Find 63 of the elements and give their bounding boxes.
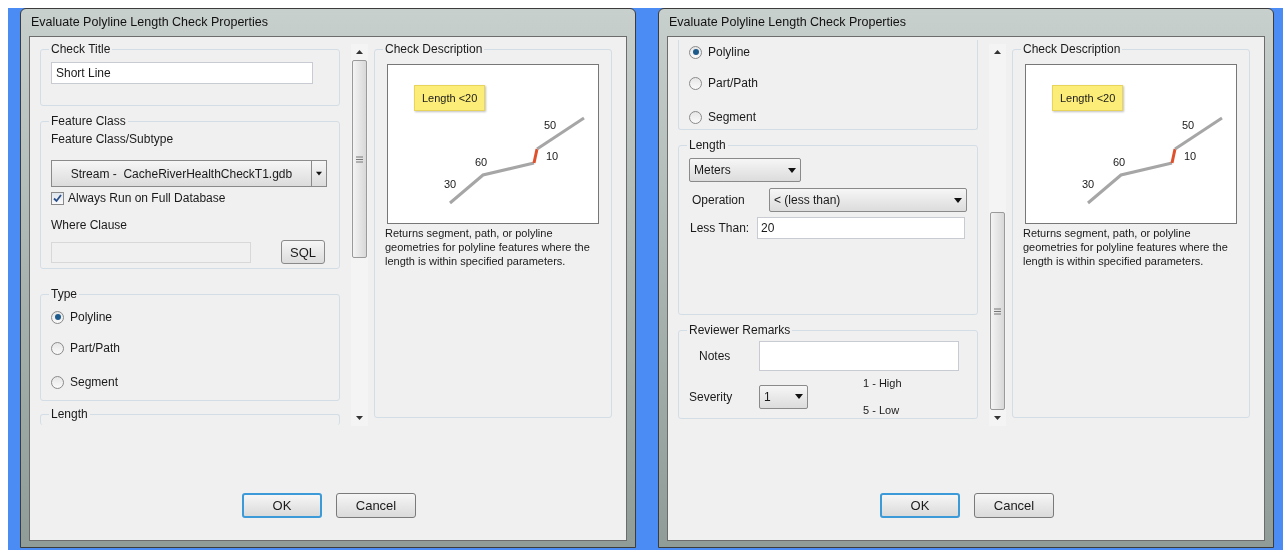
radio-option[interactable]: Segment (51, 372, 119, 393)
group-title: Feature Class (50, 113, 127, 131)
segment-label: 10 (1184, 149, 1197, 164)
segment-label: 30 (1082, 177, 1095, 192)
group-title: Check Description (384, 41, 484, 58)
scrollbar-thumb[interactable] (990, 212, 1005, 410)
radio-option[interactable]: Segment (689, 107, 757, 127)
window-title: Evaluate Polyline Length Check Properties (669, 14, 906, 32)
dropdown[interactable]: < (less than) (769, 188, 967, 212)
dialog-button[interactable]: OK (880, 493, 960, 518)
group-title: Check Title (50, 41, 112, 58)
severity-legend: 1 - High (863, 375, 902, 392)
group-title: Check Description (1022, 41, 1122, 58)
caret-icon (954, 197, 962, 203)
segment-label: 30 (444, 177, 457, 192)
group-title: Type (50, 286, 78, 304)
dropdown-button[interactable] (312, 160, 327, 188)
field-label: Operation (691, 192, 746, 209)
length-callout: Length <20 (1052, 85, 1124, 111)
scroll-down-icon[interactable] (356, 416, 363, 420)
field-label: Where Clause (51, 217, 128, 235)
feature-class-dropdown[interactable]: Stream - CacheRiverHealthCheckT1.gdb (51, 160, 312, 188)
radio-option[interactable]: Polyline (689, 42, 751, 62)
radio-option[interactable]: Part/Path (51, 338, 121, 359)
caret-icon (795, 394, 803, 399)
scroll-up-icon[interactable] (356, 50, 363, 54)
segment-label: 10 (546, 149, 559, 164)
severity-legend: 5 - Low (863, 401, 900, 418)
field-label: Severity (689, 388, 734, 406)
checkbox-option[interactable]: Always Run on Full Database (51, 189, 226, 208)
radio-option[interactable]: Part/Path (689, 73, 759, 93)
length-callout: Length <20 (414, 85, 486, 111)
segment-label: 60 (475, 155, 488, 170)
checkmark-icon (53, 193, 62, 203)
field-label: Notes (698, 348, 732, 365)
segment-label: 50 (1182, 118, 1195, 133)
group-title: Reviewer Remarks (688, 322, 792, 339)
scrollbar[interactable] (351, 44, 368, 426)
segment-label: 60 (1113, 155, 1126, 170)
dialog-button[interactable]: OK (242, 493, 322, 518)
caret-icon (788, 167, 796, 173)
notes-field[interactable] (759, 341, 959, 371)
description-text: Returns segment, path, or polyline geometries for polyline features where the length is within specified parameters. (385, 226, 591, 268)
dialog-button[interactable]: Cancel (974, 493, 1054, 518)
field-label: Feature Class/Subtype (51, 131, 174, 149)
scroll-down-icon[interactable] (994, 416, 1001, 420)
group-title: Length (50, 406, 89, 424)
scrollbar-thumb[interactable] (352, 60, 367, 258)
segment-label: 50 (544, 118, 557, 133)
scroll-up-icon[interactable] (994, 50, 1001, 54)
window-title: Evaluate Polyline Length Check Properties (31, 14, 268, 32)
dropdown[interactable]: 1 (759, 384, 808, 409)
less-than-field[interactable]: 20 (757, 217, 965, 239)
dropdown[interactable]: Meters (689, 158, 801, 182)
group-title: Length (688, 137, 727, 154)
description-text: Returns segment, path, or polyline geometries for polyline features where the length is within specified parameters. (1023, 226, 1229, 268)
text-field[interactable]: Short Line (51, 62, 313, 84)
sql-button[interactable]: SQL (281, 240, 325, 265)
field-label: Less Than: (689, 220, 751, 237)
caret-icon (316, 171, 322, 177)
scrollbar[interactable] (989, 44, 1006, 426)
radio-option[interactable]: Polyline (51, 307, 113, 328)
dialog-button[interactable]: Cancel (336, 493, 416, 518)
